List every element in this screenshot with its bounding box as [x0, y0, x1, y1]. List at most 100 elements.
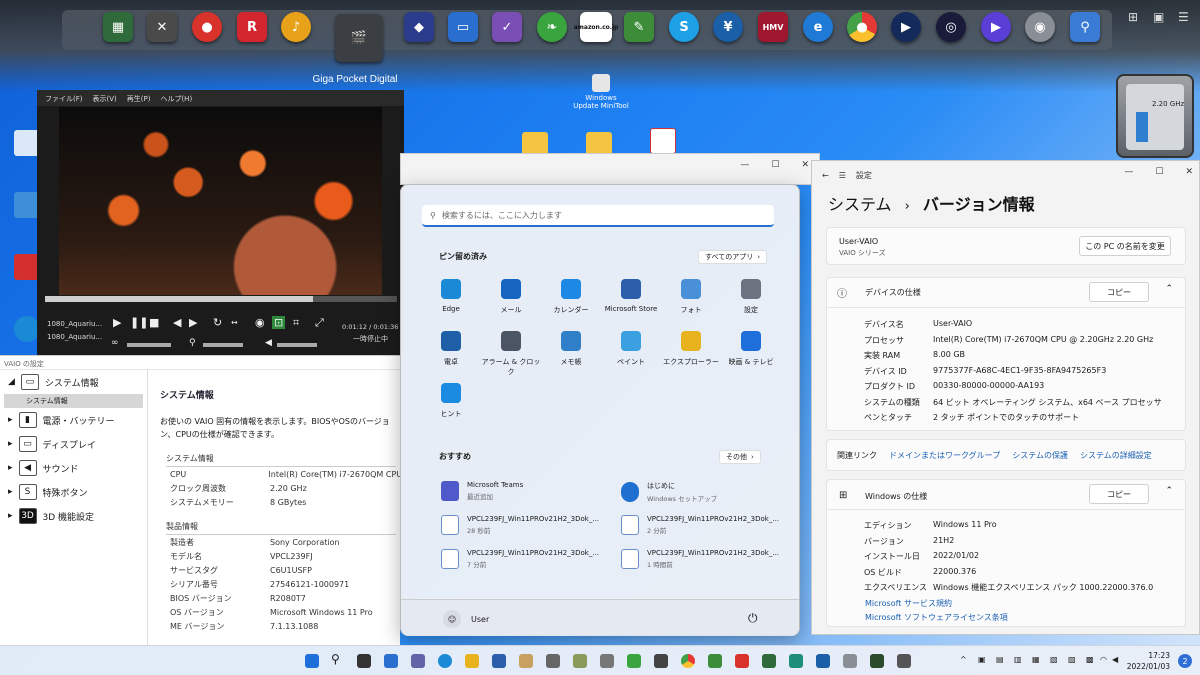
fullscreen-icon[interactable]: ⤢ [315, 316, 324, 330]
power-icon[interactable]: ⏻ [748, 611, 758, 626]
taskbar-clock[interactable]: 17:23 2022/01/03 [1127, 650, 1170, 672]
user-account-button[interactable]: ☺ User [443, 610, 489, 628]
recommended-item[interactable]: VPCL239FJ_Win11PROv21H2_3Dok_... 1 時間前 [621, 549, 801, 569]
pinned-app[interactable]: 映画 & テレビ [721, 331, 781, 367]
copy-windows-spec-button[interactable]: コピー [1089, 484, 1149, 504]
breadcrumb-parent[interactable]: システム [828, 195, 892, 214]
recommended-item[interactable]: Microsoft Teams 最近追加 [441, 481, 621, 501]
r-app-icon[interactable]: R [237, 12, 267, 42]
leaf-icon[interactable]: ❧ [537, 12, 567, 42]
dock-grid-icon[interactable]: ⊞ [1128, 10, 1138, 24]
circle-player-icon[interactable]: ◎ [936, 12, 966, 42]
stop-icon[interactable]: ■ [149, 316, 159, 329]
pinned-app[interactable]: 設定 [721, 279, 781, 315]
vaio-nav-power[interactable]: ▸ ▮ 電源・バッテリー [0, 408, 147, 432]
widgets-icon[interactable] [384, 654, 398, 668]
start-search-input[interactable]: ⚲ 検索するには、ここに入力します [422, 205, 774, 227]
recommended-item[interactable]: VPCL239FJ_Win11PROv21H2_3Dok_... 28 秒前 [441, 515, 621, 535]
search-icon[interactable]: ⚲ [331, 652, 345, 666]
edge-icon[interactable] [438, 654, 452, 668]
media-disc-icon[interactable] [735, 654, 749, 668]
evernote-icon[interactable] [708, 654, 722, 668]
more-button[interactable]: その他 › [719, 450, 761, 464]
maximize-icon[interactable]: ☐ [1155, 167, 1163, 177]
pinned-app[interactable]: ペイント [601, 331, 661, 367]
pinned-app[interactable]: エクスプローラー [661, 331, 721, 367]
app-grid-icon[interactable] [762, 654, 776, 668]
ab-repeat-icon[interactable]: ↔ [231, 318, 238, 327]
close-icon[interactable]: ✕ [1185, 167, 1193, 177]
tools-icon[interactable]: ✕ [147, 12, 177, 42]
pinned-app[interactable]: Microsoft Store [601, 279, 661, 313]
pinned-app[interactable]: メモ帳 [541, 331, 601, 367]
desktop-icon-windows-update[interactable]: Windows Update MiniTool [572, 74, 630, 110]
minimize-icon[interactable]: — [1124, 167, 1133, 177]
giga-pocket-icon[interactable]: 🎬 [335, 14, 383, 62]
loop-icon[interactable]: ∞ [111, 338, 119, 348]
camera-icon[interactable] [654, 654, 668, 668]
vehicle-app-icon[interactable] [897, 654, 911, 668]
recommended-item[interactable]: VPCL239FJ_Win11PROv21H2_3Dok_... 2 分前 [621, 515, 801, 535]
subtitle-icon[interactable]: ⊡ [272, 316, 286, 329]
app-grid-icon[interactable]: ▦ [103, 12, 133, 42]
yen-icon[interactable]: ¥ [713, 12, 743, 42]
speed-slider[interactable] [127, 343, 171, 347]
player-menu-file[interactable]: ファイル(F) [45, 94, 83, 103]
zoom-slider[interactable] [203, 343, 243, 347]
map-app-icon[interactable] [870, 654, 884, 668]
media-player-icon[interactable]: ▶ [891, 12, 921, 42]
chevron-up-icon[interactable]: ⌃ [1165, 284, 1173, 294]
pinned-app[interactable]: Edge [421, 279, 481, 313]
maximize-icon[interactable]: ☐ [771, 160, 779, 170]
dock-settings-icon[interactable]: ☰ [1178, 10, 1189, 24]
chrome-icon[interactable]: ● [847, 12, 877, 42]
search-bot-icon[interactable]: ⚲ [1070, 12, 1100, 42]
amazon-icon[interactable]: amazon.co.jp [574, 12, 618, 42]
checklist-icon[interactable]: ✓ [492, 12, 522, 42]
volume-icon[interactable]: ◀ [265, 338, 272, 348]
copy-device-spec-button[interactable]: コピー [1089, 282, 1149, 302]
dock-briefcase-icon[interactable]: ▣ [1153, 10, 1164, 24]
vaio-nav-sub-system-info[interactable]: システム情報 [4, 394, 143, 408]
tray-app-icon[interactable]: ▦ [1032, 655, 1040, 664]
start-button-icon[interactable] [305, 654, 319, 668]
volume-icon[interactable]: ◀ [1112, 655, 1118, 664]
all-apps-button[interactable]: すべてのアプリ › [698, 250, 768, 264]
vaio-nav-display[interactable]: ▸ ▭ ディスプレイ [0, 432, 147, 456]
e-app-icon[interactable] [789, 654, 803, 668]
tray-app-icon[interactable]: ▣ [978, 655, 986, 664]
player-menu-play[interactable]: 再生(P) [127, 94, 151, 103]
chat-icon[interactable] [411, 654, 425, 668]
file-explorer-icon[interactable] [465, 654, 479, 668]
tray-app-icon[interactable]: ▩ [1086, 655, 1094, 664]
player-menu-help[interactable]: ヘルプ(H) [160, 94, 192, 103]
chrome-icon[interactable] [681, 654, 695, 668]
vaio-nav-special-button[interactable]: ▸ S 特殊ボタン [0, 480, 147, 504]
zoom-icon[interactable]: ⚲ [189, 338, 196, 348]
vaio-nav-sound[interactable]: ▸ ◀ サウンド [0, 456, 147, 480]
pinned-app[interactable]: カレンダー [541, 279, 601, 315]
next-icon[interactable]: ▶ [189, 316, 197, 329]
close-icon[interactable]: ✕ [801, 160, 809, 170]
settings-gear-icon[interactable] [600, 654, 614, 668]
system-protection-link[interactable]: システムの保護 [1012, 450, 1068, 461]
prev-icon[interactable]: ◀ [173, 316, 181, 329]
store-icon[interactable] [492, 654, 506, 668]
volume-slider[interactable] [277, 343, 317, 347]
display-icon[interactable]: ▭ [448, 12, 478, 42]
media-disc-icon[interactable]: ● [192, 12, 222, 42]
pinned-app[interactable]: 電卓 [421, 331, 481, 367]
license-terms-link[interactable]: Microsoft ソフトウェアライセンス条項 [865, 612, 1008, 623]
play-icon[interactable]: ▶ [113, 316, 121, 329]
pause-icon[interactable]: ❚❚ [130, 316, 148, 329]
rename-pc-button[interactable]: この PC の名前を変更 [1079, 236, 1171, 256]
vaio-nav-3d[interactable]: ▸ 3D 3D 機能設定 [0, 504, 147, 528]
recommended-item[interactable]: VPCL239FJ_Win11PROv21H2_3Dok_... 7 分前 [441, 549, 621, 569]
tray-app-icon[interactable]: ▥ [1014, 655, 1022, 664]
play-icon[interactable]: ▶ [981, 12, 1011, 42]
media-app-icon[interactable] [519, 654, 533, 668]
skype-icon[interactable]: S [669, 12, 699, 42]
repeat-icon[interactable]: ↻ [213, 316, 222, 329]
eye-icon[interactable]: ◉ [255, 316, 265, 329]
ie-icon[interactable]: e [803, 12, 833, 42]
